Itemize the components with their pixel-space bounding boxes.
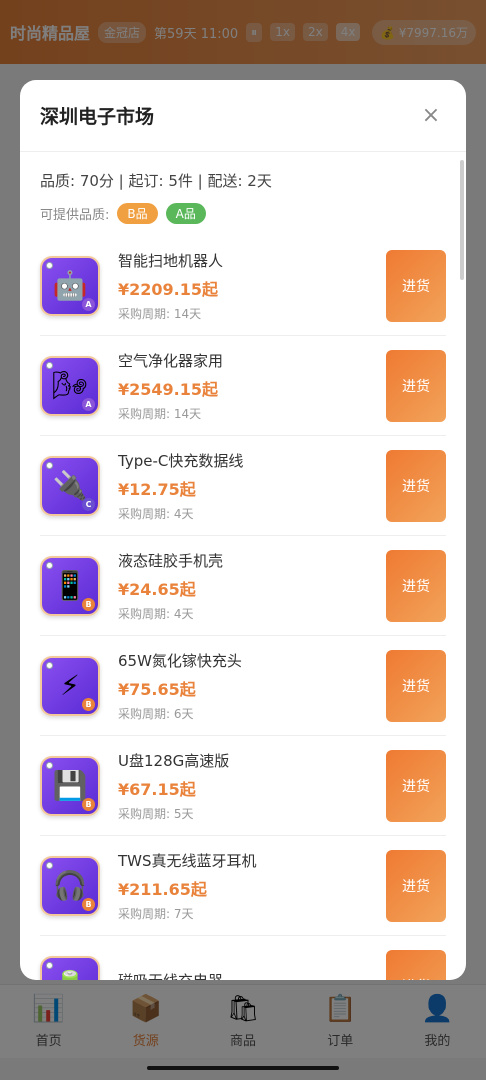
supplier-modal: 深圳电子市场 × 品质: 70分 | 起订: 5件 | 配送: 2天 可提供品质…: [20, 80, 466, 980]
product-row: 🔌 C Type-C快充数据线 ¥12.75起采购周期: 4天 进货: [40, 436, 446, 536]
restock-button[interactable]: 进货: [386, 849, 446, 922]
product-name: 空气净化器家用: [118, 351, 224, 370]
product-info: 空气净化器家用 ¥2549.15起采购周期: 14天: [118, 350, 386, 422]
grade-badge: B: [82, 597, 95, 611]
restock-button[interactable]: 进货: [386, 749, 446, 822]
product-cycle: 采购周期: 14天: [118, 406, 202, 421]
product-thumbnail: 📱 B: [40, 555, 100, 616]
restock-button[interactable]: 进货: [386, 949, 446, 980]
product-price: ¥211.65起: [118, 879, 207, 899]
product-name: 磁吸无线充电器: [118, 970, 386, 980]
product-info: 磁吸无线充电器: [118, 970, 386, 980]
quality-row: 可提供品质: B品 A品: [40, 203, 446, 224]
product-info: 65W氮化镓快充头 ¥75.65起采购周期: 6天: [118, 650, 386, 722]
product-row: 📱 B 液态硅胶手机壳 ¥24.65起采购周期: 4天 进货: [40, 536, 446, 636]
product-row: ⚡ B 65W氮化镓快充头 ¥75.65起采购周期: 6天 进货: [40, 636, 446, 736]
product-cycle: 采购周期: 5天: [118, 806, 194, 821]
thumb-dot: [46, 561, 53, 569]
product-row: 🤖 A 智能扫地机器人 ¥2209.15起采购周期: 14天 进货: [40, 236, 446, 336]
grade-badge: B: [82, 897, 95, 911]
lightning-icon: ⚡: [60, 668, 80, 702]
product-list[interactable]: 🤖 A 智能扫地机器人 ¥2209.15起 采购周期: 14天 进货 🌬 A 空气净化器家用 ¥2…: [40, 236, 446, 980]
modal-body: 品质: 70分 | 起订: 5件 | 配送: 2天 可提供品质: B品 A品 🤖…: [20, 152, 466, 980]
product-name: 65W氮化镓快充头: [118, 651, 242, 670]
restock-button[interactable]: 进货: [386, 349, 446, 422]
product-cycle: 采购周期: 4天: [118, 606, 194, 621]
product-name: 智能扫地机器人: [118, 251, 224, 270]
phone-icon: 📱: [52, 568, 88, 602]
product-row: 🌬 A 空气净化器家用 ¥2549.15起采购周期: 14天 进货: [40, 336, 446, 436]
product-name: TWS真无线蓝牙耳机: [118, 851, 257, 870]
product-name: Type-C快充数据线: [118, 451, 244, 470]
product-cycle: 采购周期: 14天: [118, 306, 202, 321]
robot-icon: 🤖: [52, 268, 88, 302]
product-price: ¥67.15起: [118, 779, 196, 799]
grade-badge: A: [82, 297, 95, 311]
thumb-dot: [46, 361, 53, 369]
thumb-dot: [46, 261, 53, 269]
product-cycle: 采购周期: 6天: [118, 706, 194, 721]
thumb-dot: [46, 961, 53, 969]
modal-title: 深圳电子市场: [40, 106, 155, 128]
product-price: ¥2209.15起: [118, 279, 219, 299]
modal-header: 深圳电子市场 ×: [20, 80, 466, 152]
product-info: 液态硅胶手机壳 ¥24.65起采购周期: 4天: [118, 550, 386, 622]
tier-tag-b: B品: [117, 203, 158, 224]
scrollbar[interactable]: [460, 160, 464, 280]
restock-button[interactable]: 进货: [386, 249, 446, 322]
product-thumbnail: 🔋: [40, 955, 100, 980]
air-purifier-icon: 🌬: [52, 368, 88, 402]
thumb-dot: [46, 861, 53, 869]
thumb-dot: [46, 761, 53, 769]
product-cycle: 采购周期: 4天: [118, 506, 194, 521]
product-name: 液态硅胶手机壳: [118, 551, 224, 570]
restock-button[interactable]: 进货: [386, 549, 446, 622]
product-info: 智能扫地机器人 ¥2209.15起采购周期: 14天: [118, 250, 386, 322]
product-thumbnail: ⚡ B: [40, 655, 100, 716]
grade-badge: C: [82, 497, 95, 511]
thumb-dot: [46, 661, 53, 669]
grade-badge: B: [82, 797, 95, 811]
grade-badge: B: [82, 697, 95, 711]
quality-label: 可提供品质:: [40, 208, 110, 223]
headphones-icon: 🎧: [52, 868, 88, 902]
product-row: 🎧 B TWS真无线蓝牙耳机 ¥211.65起采购周期: 7天 进货: [40, 836, 446, 936]
supplier-info: 品质: 70分 | 起订: 5件 | 配送: 2天: [40, 172, 272, 190]
thumb-dot: [46, 461, 53, 469]
product-thumbnail: 💾 B: [40, 755, 100, 816]
battery-icon: 🔋: [53, 971, 88, 980]
product-thumbnail: 🎧 B: [40, 855, 100, 916]
restock-button[interactable]: 进货: [386, 649, 446, 722]
restock-button[interactable]: 进货: [386, 449, 446, 522]
product-price: ¥12.75起: [118, 479, 196, 499]
close-icon[interactable]: ×: [416, 103, 446, 128]
product-info: U盘128G高速版 ¥67.15起采购周期: 5天: [118, 750, 386, 822]
floppy-disk-icon: 💾: [52, 768, 88, 802]
product-name: U盘128G高速版: [118, 751, 230, 770]
tier-tag-a: A品: [165, 203, 206, 224]
plug-icon: 🔌: [52, 468, 88, 502]
product-info: Type-C快充数据线 ¥12.75起采购周期: 4天: [118, 450, 386, 522]
product-price: ¥24.65起: [118, 579, 196, 599]
product-cycle: 采购周期: 7天: [118, 906, 194, 921]
product-row: 🔋 磁吸无线充电器进货: [40, 936, 446, 980]
product-thumbnail: 🔌 C: [40, 455, 100, 516]
product-price: ¥2549.15起: [118, 379, 219, 399]
product-thumbnail: 🤖 A: [40, 255, 100, 316]
product-thumbnail: 🌬 A: [40, 355, 100, 416]
product-price: ¥75.65起: [118, 679, 196, 699]
product-info: TWS真无线蓝牙耳机 ¥211.65起采购周期: 7天: [118, 850, 386, 922]
product-row: 💾 B U盘128G高速版 ¥67.15起采购周期: 5天 进货: [40, 736, 446, 836]
grade-badge: A: [82, 397, 95, 411]
